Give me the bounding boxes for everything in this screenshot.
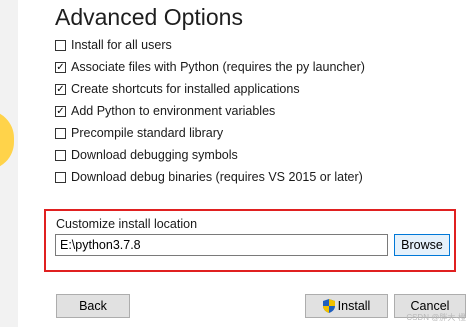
shield-icon [322,299,335,313]
option-add-to-path[interactable]: ✓ Add Python to environment variables [55,102,275,120]
option-label: Install for all users [71,38,172,52]
page-title: Advanced Options [55,4,243,30]
back-label: Back [79,299,107,313]
checkbox[interactable] [55,149,66,161]
option-label: Download debugging symbols [71,148,238,162]
checkbox[interactable]: ✓ [55,83,66,95]
option-precompile-stdlib[interactable]: Precompile standard library [55,124,223,142]
option-label: Download debug binaries (requires VS 201… [71,170,363,184]
back-button[interactable]: Back [56,294,130,318]
install-location-label: Customize install location [56,217,198,231]
install-button[interactable]: Install [305,294,388,318]
checkbox[interactable]: ✓ [55,61,66,73]
option-label: Create shortcuts for installed applicati… [71,82,300,96]
option-label: Add Python to environment variables [71,104,276,118]
watermark: CSDN @胖大·橙 [406,313,466,322]
option-debug-symbols[interactable]: Download debugging symbols [55,146,238,164]
install-label: Install [337,299,371,313]
option-debug-binaries[interactable]: Download debug binaries (requires VS 201… [55,168,363,186]
checkbox[interactable] [55,39,66,51]
option-label: Associate files with Python (requires th… [71,60,365,74]
browse-button[interactable]: Browse [394,234,450,256]
option-label: Precompile standard library [71,126,224,140]
option-create-shortcuts[interactable]: ✓ Create shortcuts for installed applica… [55,80,300,98]
option-install-all-users[interactable]: Install for all users [55,36,172,54]
checkbox[interactable] [55,171,66,183]
checkbox[interactable]: ✓ [55,105,66,117]
install-location-input[interactable] [55,234,388,256]
cancel-label: Cancel [410,299,450,313]
option-associate-files[interactable]: ✓ Associate files with Python (requires … [55,58,365,76]
checkbox[interactable] [55,127,66,139]
